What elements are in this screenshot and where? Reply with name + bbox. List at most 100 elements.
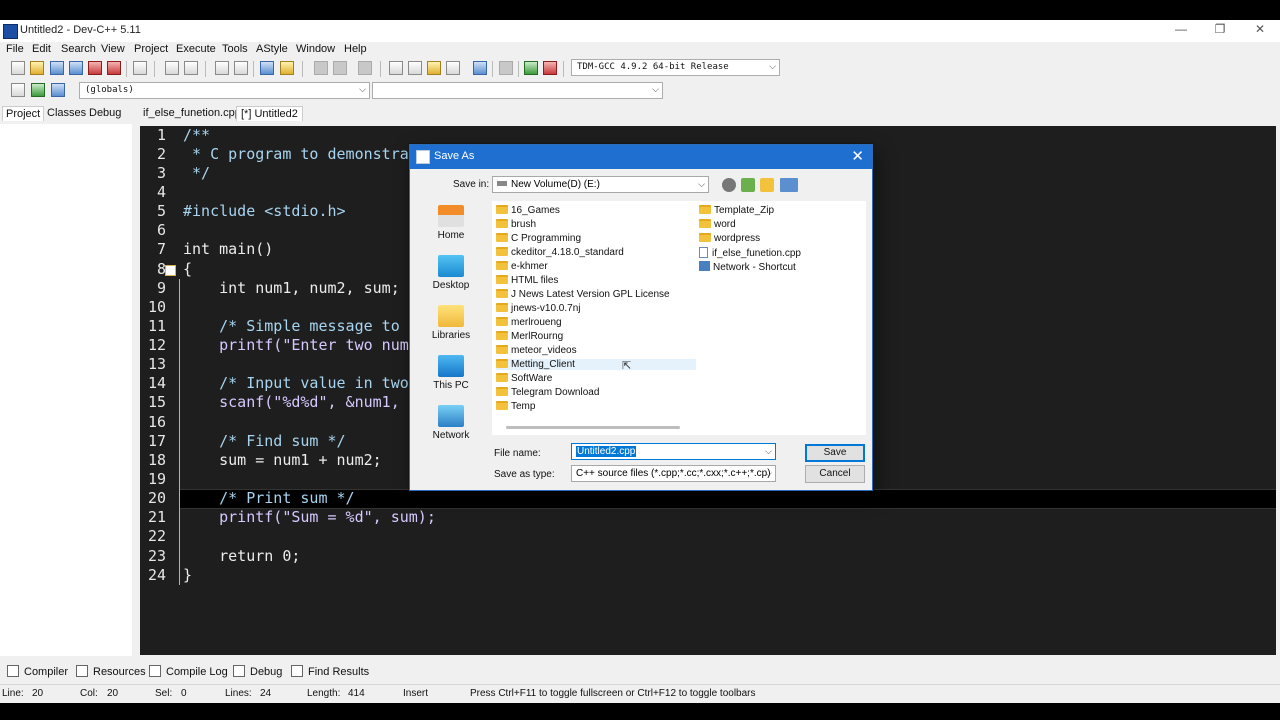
fold-marker-icon[interactable] <box>165 265 176 276</box>
print-icon[interactable] <box>133 61 147 75</box>
up-folder-icon[interactable] <box>741 178 755 192</box>
dialog-close-button[interactable]: ✕ <box>851 147 864 165</box>
tab-debug[interactable]: Debug <box>86 106 124 120</box>
syntax-check-icon[interactable] <box>473 61 487 75</box>
menu-project[interactable]: Project <box>134 43 168 55</box>
profile-icon[interactable] <box>543 61 557 75</box>
new-project-icon[interactable] <box>389 61 403 75</box>
menu-astyle[interactable]: AStyle <box>256 43 288 55</box>
list-item-label: merlroueng <box>511 317 562 328</box>
place-network[interactable]: Network <box>424 405 478 441</box>
stop-execution-icon[interactable] <box>499 61 513 75</box>
file-tab-untitled2[interactable]: [*] Untitled2 <box>236 106 303 121</box>
list-item[interactable]: wordpress <box>699 233 760 244</box>
restore-button[interactable]: ❐ <box>1200 22 1240 40</box>
list-item[interactable]: Network - Shortcut <box>699 261 796 273</box>
save-as-type-select[interactable]: C++ source files (*.cpp;*.cc;*.cxx;*.c++… <box>571 465 776 482</box>
tab-resources[interactable]: Resources <box>76 665 146 678</box>
class-browser-icon[interactable] <box>446 61 460 75</box>
scope-select[interactable]: (globals) ⌵ <box>79 82 370 99</box>
code-line: printf("Sum = %d", sum); <box>183 508 436 526</box>
horizontal-scrollbar[interactable] <box>506 426 680 429</box>
tab-find-results[interactable]: Find Results <box>291 665 369 678</box>
file-tab-if-else[interactable]: if_else_funetion.cpp <box>139 106 245 120</box>
insert-icon[interactable] <box>11 83 25 97</box>
tab-project[interactable]: Project <box>2 106 45 121</box>
project-options-icon[interactable] <box>408 61 422 75</box>
menu-execute[interactable]: Execute <box>176 43 216 55</box>
folder-icon <box>496 373 508 382</box>
project-files-icon[interactable] <box>427 61 441 75</box>
list-item[interactable]: J News Latest Version GPL License <box>496 289 670 300</box>
tab-classes[interactable]: Classes <box>44 106 89 120</box>
menu-search[interactable]: Search <box>61 43 96 55</box>
save-in-select[interactable]: New Volume(D) (E:) ⌵ <box>492 176 709 193</box>
goto-bookmark-icon[interactable] <box>333 61 347 75</box>
replace-icon[interactable] <box>234 61 248 75</box>
list-item[interactable]: if_else_funetion.cpp <box>699 247 801 259</box>
compiler-select[interactable]: TDM-GCC 4.9.2 64-bit Release ⌵ <box>571 59 780 76</box>
list-item[interactable]: meteor_videos <box>496 345 577 356</box>
chart-icon[interactable] <box>524 61 538 75</box>
list-item[interactable]: Telegram Download <box>496 387 599 398</box>
list-item[interactable]: e-khmer <box>496 261 548 272</box>
place-home[interactable]: Home <box>424 205 478 241</box>
new-folder-icon[interactable] <box>760 178 774 192</box>
goto-icon[interactable] <box>31 83 45 97</box>
redo-icon[interactable] <box>184 61 198 75</box>
bookmark-icon[interactable] <box>51 83 65 97</box>
list-item[interactable]: word <box>699 219 736 230</box>
status-mode: Insert <box>403 688 429 699</box>
list-item[interactable]: MerlRourng <box>496 331 563 342</box>
list-item-label: MerlRourng <box>511 331 564 342</box>
close-file-icon[interactable] <box>88 61 102 75</box>
menu-window[interactable]: Window <box>296 43 335 55</box>
save-icon[interactable] <box>50 61 64 75</box>
undo-icon[interactable] <box>165 61 179 75</box>
save-button[interactable]: Save <box>805 444 865 462</box>
tab-compile-log[interactable]: Compile Log <box>149 665 228 678</box>
file-list[interactable]: 16_Games brush C Programming ckeditor_4.… <box>492 201 866 435</box>
list-item[interactable]: jnews-v10.0.7nj <box>496 303 580 314</box>
menu-help[interactable]: Help <box>344 43 367 55</box>
back-icon[interactable] <box>722 178 736 192</box>
list-item[interactable]: HTML files <box>496 275 558 286</box>
view-menu-icon[interactable] <box>780 178 798 192</box>
close-button[interactable]: ✕ <box>1240 22 1280 40</box>
cancel-button[interactable]: Cancel <box>805 465 865 483</box>
place-libraries[interactable]: Libraries <box>424 305 478 341</box>
save-all-icon[interactable] <box>69 61 83 75</box>
comment-icon[interactable] <box>358 61 372 75</box>
unindent-icon[interactable] <box>280 61 294 75</box>
project-tree[interactable] <box>0 124 132 656</box>
new-file-icon[interactable] <box>11 61 25 75</box>
list-item[interactable]: Temp <box>496 401 535 412</box>
file-name-field[interactable]: Untitled2.cpp ⌵ <box>571 443 776 460</box>
open-file-icon[interactable] <box>30 61 44 75</box>
list-item[interactable]: SoftWare <box>496 373 552 384</box>
folder-icon <box>496 275 508 284</box>
symbol-select[interactable]: ⌵ <box>372 82 663 99</box>
close-all-icon[interactable] <box>107 61 121 75</box>
tab-debug-output[interactable]: Debug <box>233 665 282 678</box>
tab-compiler[interactable]: Compiler <box>7 665 68 678</box>
menu-edit[interactable]: Edit <box>32 43 51 55</box>
list-item[interactable]: Metting_Client <box>496 359 696 370</box>
indent-icon[interactable] <box>260 61 274 75</box>
list-item-label: 16_Games <box>511 205 560 216</box>
list-item[interactable]: brush <box>496 219 536 230</box>
menu-file[interactable]: File <box>6 43 24 55</box>
find-icon[interactable] <box>215 61 229 75</box>
list-item[interactable]: merlroueng <box>496 317 562 328</box>
folder-icon <box>496 317 508 326</box>
list-item[interactable]: C Programming <box>496 233 581 244</box>
menu-tools[interactable]: Tools <box>222 43 248 55</box>
place-this-pc[interactable]: This PC <box>424 355 478 391</box>
list-item[interactable]: ckeditor_4.18.0_standard <box>496 247 624 258</box>
toggle-bookmark-icon[interactable] <box>314 61 328 75</box>
list-item[interactable]: 16_Games <box>496 205 560 216</box>
list-item[interactable]: Template_Zip <box>699 205 774 216</box>
place-desktop[interactable]: Desktop <box>424 255 478 291</box>
minimize-button[interactable]: — <box>1161 22 1201 40</box>
menu-view[interactable]: View <box>101 43 125 55</box>
